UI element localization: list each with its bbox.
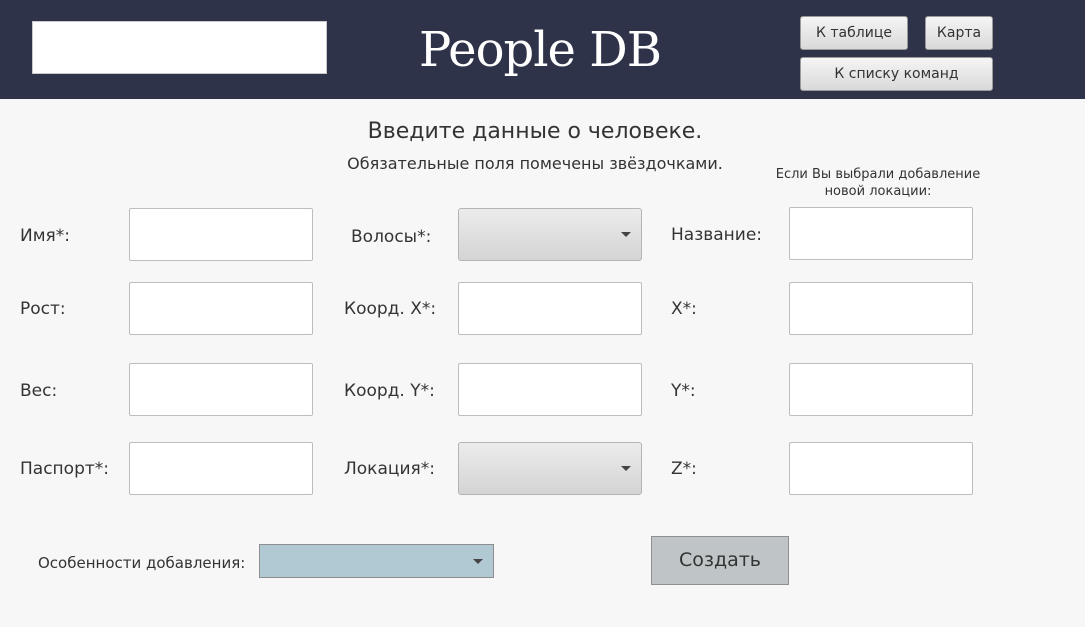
passport-label: Паспорт*:: [20, 459, 109, 479]
location-name-label: Название:: [671, 225, 763, 245]
chevron-down-icon: [621, 232, 631, 237]
location-x-label: X*:: [671, 299, 697, 319]
location-z-label: Z*:: [671, 459, 697, 479]
name-label: Имя*:: [20, 226, 70, 246]
height-label: Рост:: [20, 299, 66, 319]
add-mode-label: Особенности добавления:: [38, 554, 246, 572]
chevron-down-icon: [473, 559, 483, 564]
coord-y-input[interactable]: [458, 363, 642, 416]
location-z-input[interactable]: [789, 442, 973, 495]
app-header: People DB К таблице Карта К списку коман…: [0, 0, 1085, 99]
hair-select[interactable]: [458, 208, 642, 261]
name-input[interactable]: [129, 208, 313, 261]
location-select[interactable]: [458, 442, 642, 495]
map-button[interactable]: Карта: [925, 16, 993, 50]
add-mode-select[interactable]: [259, 544, 494, 578]
location-x-input[interactable]: [789, 282, 973, 335]
coord-y-label: Коорд. Y*:: [344, 381, 435, 401]
to-table-button[interactable]: К таблице: [800, 16, 908, 50]
coord-x-label: Коорд. X*:: [344, 299, 437, 319]
form-title: Введите данные о человеке.: [367, 119, 703, 144]
app-title: People DB: [419, 22, 662, 78]
location-label: Локация*:: [344, 459, 435, 479]
create-button[interactable]: Создать: [651, 536, 789, 585]
location-name-input[interactable]: [789, 207, 973, 260]
new-location-note: Если Вы выбрали добавление новой локации…: [775, 167, 981, 199]
hair-label: Волосы*:: [351, 227, 432, 247]
coord-x-input[interactable]: [458, 282, 642, 335]
height-input[interactable]: [129, 282, 313, 335]
weight-input[interactable]: [129, 363, 313, 416]
chevron-down-icon: [621, 466, 631, 471]
weight-label: Вес:: [20, 381, 58, 401]
passport-input[interactable]: [129, 442, 313, 495]
to-teams-list-button[interactable]: К списку команд: [800, 57, 993, 91]
form-subtitle: Обязательные поля помечены звёздочками.: [347, 154, 723, 173]
location-y-input[interactable]: [789, 363, 973, 416]
location-y-label: Y*:: [671, 381, 696, 401]
search-input[interactable]: [32, 21, 327, 74]
